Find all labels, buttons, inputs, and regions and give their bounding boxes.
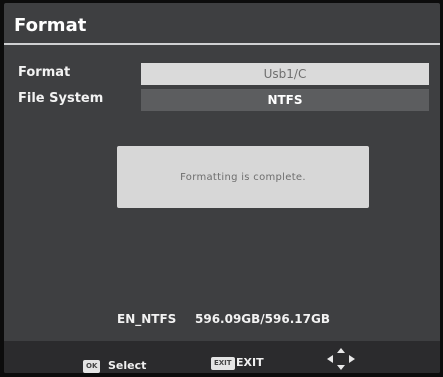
format-label: Format <box>18 65 71 80</box>
navigation-arrows-icon <box>327 348 355 370</box>
format-screen: Format Format Usb1/C File System NTFS Fo… <box>4 3 440 373</box>
filesystem-value-field[interactable]: NTFS <box>141 89 429 111</box>
exit-key-icon: EXIT <box>211 357 235 370</box>
status-dialog: Formatting is complete. <box>117 146 369 208</box>
volume-name: EN_NTFS <box>117 312 177 326</box>
title-divider <box>4 43 440 45</box>
select-hint-label: Select <box>108 359 147 372</box>
storage-usage: 596.09GB/596.17GB <box>195 312 330 326</box>
format-value-field[interactable]: Usb1/C <box>141 63 429 85</box>
status-message: Formatting is complete. <box>180 171 306 183</box>
ok-key-icon: OK <box>83 360 101 373</box>
page-title: Format <box>14 15 87 36</box>
exit-hint-label: EXIT <box>236 356 264 369</box>
filesystem-label: File System <box>18 91 104 106</box>
